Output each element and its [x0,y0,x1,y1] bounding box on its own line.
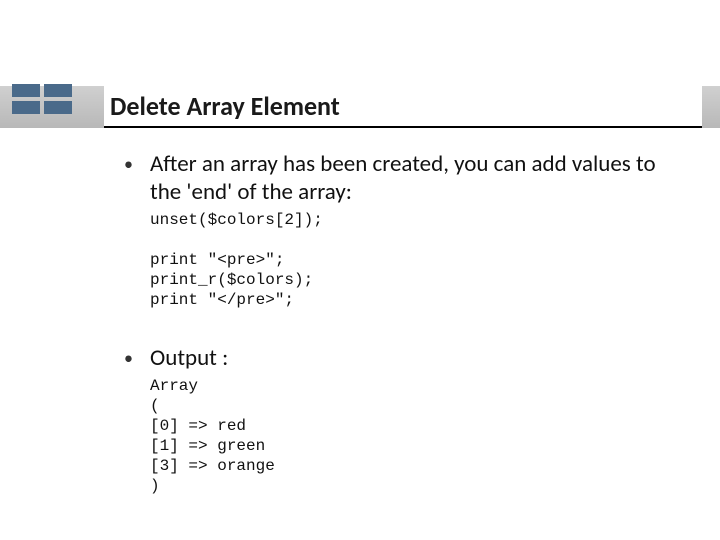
bullet-item: • After an array has been created, you c… [120,150,690,310]
bullet-dot-icon: • [120,150,150,310]
slide-title: Delete Array Element [110,90,340,122]
code-block: Array ( [0] => red [1] => green [3] => o… [150,376,690,496]
code-block: unset($colors[2]); print "<pre>"; print_… [150,210,690,310]
bullet-dot-icon: • [120,344,150,496]
bullet-item: • Output : Array ( [0] => red [1] => gre… [120,344,690,496]
logo-grid-icon [12,84,72,114]
bullet-text: After an array has been created, you can… [150,150,690,206]
title-bar: Delete Array Element [104,86,702,128]
bullet-text: Output : [150,344,690,372]
content-area: • After an array has been created, you c… [120,150,690,502]
